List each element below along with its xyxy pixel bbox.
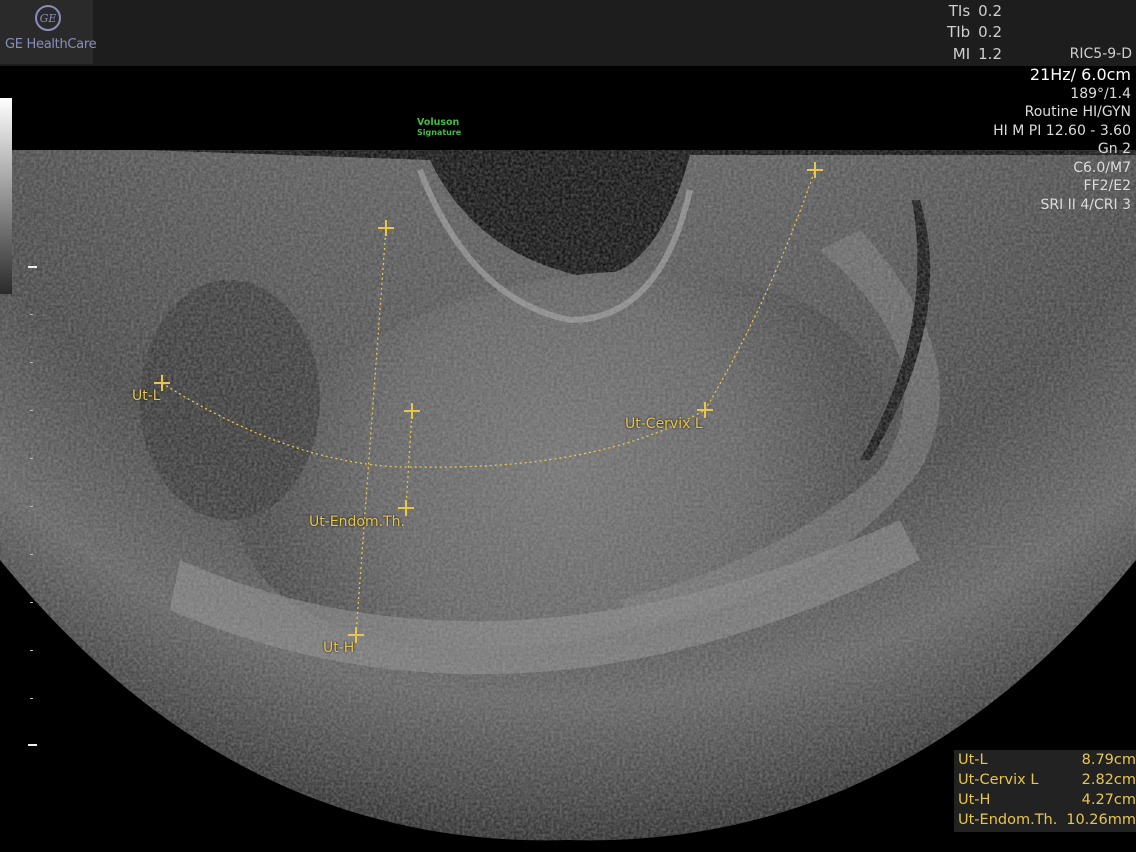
result-row: Ut-Cervix L 2.82cm [958, 772, 1136, 788]
mi-index: MI 1.2 [952, 45, 1002, 63]
sri-setting: SRI II 4/CRI 3 [1040, 196, 1131, 213]
depth-tick [30, 362, 33, 363]
ge-monogram-icon: GE [35, 5, 61, 31]
depth-tick [30, 602, 33, 603]
tib-index: TIb 0.2 [947, 23, 1002, 41]
ff-setting: FF2/E2 [1083, 178, 1131, 194]
frame-rate-depth: 21Hz/ 6.0cm [1029, 65, 1131, 84]
depth-tick [30, 554, 33, 555]
grayscale-bar [0, 98, 12, 294]
marker-label-ut-l: Ut-L [132, 388, 161, 404]
measurement-results: Ut-L 8.79cm Ut-Cervix L 2.82cm Ut-H 4.27cm … [954, 750, 1136, 832]
brand-name: GE HealthCare [5, 37, 97, 52]
depth-tick [30, 650, 33, 651]
top-info-bar: GE GE HealthCare TIs 0.2 TIb 0.2 MI 1.2 RIC… [0, 0, 1136, 66]
sector-angle: 189°/1.4 [1070, 85, 1131, 102]
depth-tick [30, 458, 33, 459]
ultrasound-image [0, 66, 1136, 841]
result-row: Ut-L 8.79cm [958, 752, 1136, 768]
depth-tick [30, 506, 33, 507]
map-setting: C6.0/M7 [1073, 159, 1131, 176]
ge-logo: GE GE HealthCare [0, 0, 97, 64]
preset: Routine HI/GYN [1024, 104, 1131, 120]
depth-tick [30, 698, 33, 699]
depth-tick [28, 266, 37, 268]
marker-label-ut-h: Ut-H [323, 640, 355, 656]
marker-label-ut-endom: Ut-Endom.Th. [309, 514, 405, 530]
imaging-parameters: 21Hz/ 6.0cm 189°/1.4 Routine HI/GYN HI M… [993, 65, 1131, 214]
voluson-brand: Voluson Signature [417, 117, 462, 137]
gain: Gn 2 [1097, 141, 1131, 157]
result-row: Ut-H 4.27cm [958, 792, 1136, 808]
harmonic-setting: HI M PI 12.60 - 3.60 [993, 122, 1131, 139]
probe-name: RIC5-9-D [1069, 46, 1132, 62]
depth-tick [30, 314, 33, 315]
result-row: Ut-Endom.Th. 10.26mm [958, 812, 1136, 828]
depth-tick [30, 410, 33, 411]
depth-tick [28, 744, 37, 746]
tis-index: TIs 0.2 [948, 2, 1002, 20]
marker-label-ut-cervix: Ut-Cervix L [625, 416, 703, 432]
